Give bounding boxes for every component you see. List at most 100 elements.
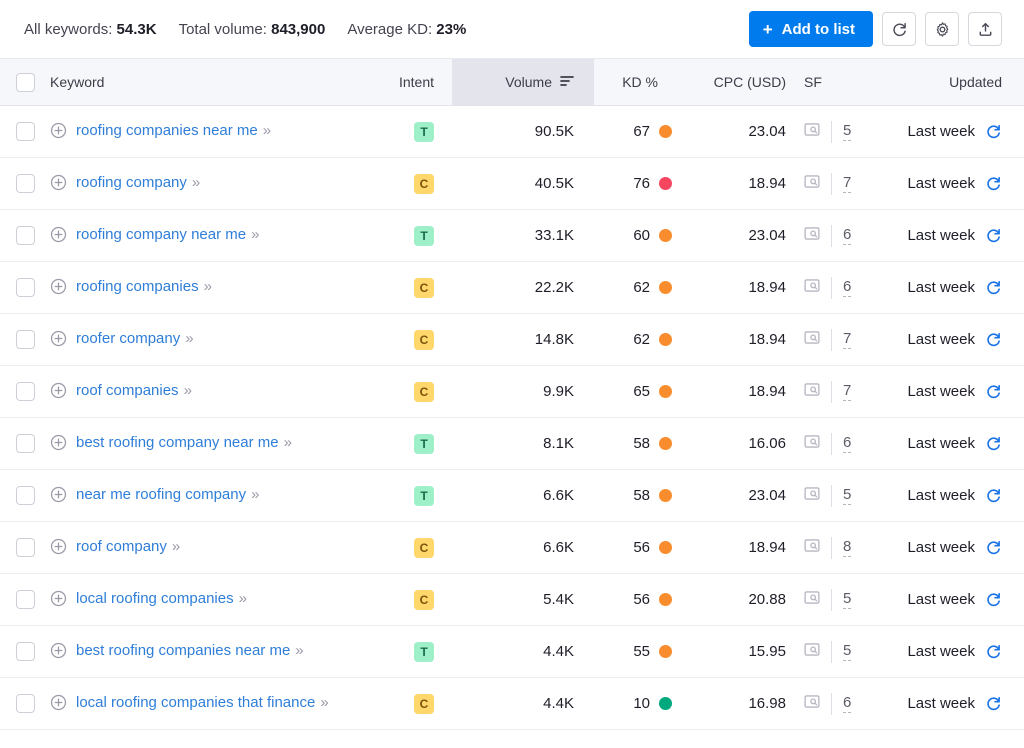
sf-count[interactable]: 6 [843, 694, 852, 713]
sf-count[interactable]: 5 [843, 642, 852, 661]
chevron-double-right-icon[interactable]: » [192, 174, 200, 191]
row-checkbox[interactable] [15, 174, 35, 193]
intent-badge[interactable]: T [414, 225, 434, 246]
row-checkbox[interactable] [15, 486, 35, 505]
add-keyword-icon[interactable] [50, 590, 67, 611]
sf-count[interactable]: 5 [843, 486, 852, 505]
sf-count[interactable]: 6 [843, 278, 852, 297]
add-keyword-icon[interactable] [50, 226, 67, 247]
sf-count[interactable]: 8 [843, 538, 852, 557]
sf-count[interactable]: 7 [843, 174, 852, 193]
serp-features-icon[interactable] [804, 434, 820, 453]
row-checkbox[interactable] [15, 330, 35, 349]
row-refresh-icon[interactable] [985, 643, 1002, 660]
add-keyword-icon[interactable] [50, 174, 67, 195]
sf-count[interactable]: 6 [843, 226, 852, 245]
settings-button[interactable] [925, 12, 959, 46]
sf-count[interactable]: 5 [843, 122, 852, 141]
keyword-link[interactable]: roof company [76, 538, 167, 555]
intent-badge[interactable]: C [414, 381, 434, 402]
header-keyword[interactable]: Keyword [50, 58, 380, 106]
chevron-double-right-icon[interactable]: » [251, 226, 259, 243]
keyword-link[interactable]: roofing company [76, 174, 187, 191]
intent-badge[interactable]: C [414, 329, 434, 350]
row-checkbox[interactable] [15, 382, 35, 401]
intent-badge[interactable]: C [414, 277, 434, 298]
add-keyword-icon[interactable] [50, 278, 67, 299]
serp-features-icon[interactable] [804, 382, 820, 401]
serp-features-icon[interactable] [804, 538, 820, 557]
row-checkbox[interactable] [15, 538, 35, 557]
header-cpc[interactable]: CPC (USD) [690, 58, 786, 106]
intent-badge[interactable]: C [414, 693, 434, 714]
intent-badge[interactable]: C [414, 173, 434, 194]
export-button[interactable] [968, 12, 1002, 46]
header-updated[interactable]: Updated [866, 58, 1024, 106]
add-keyword-icon[interactable] [50, 642, 67, 663]
sf-count[interactable]: 6 [843, 434, 852, 453]
chevron-double-right-icon[interactable]: » [172, 538, 180, 555]
serp-features-icon[interactable] [804, 486, 820, 505]
intent-badge[interactable]: T [414, 121, 434, 142]
serp-features-icon[interactable] [804, 330, 820, 349]
row-checkbox[interactable] [15, 694, 35, 713]
add-keyword-icon[interactable] [50, 382, 67, 403]
chevron-double-right-icon[interactable]: » [239, 590, 247, 607]
row-checkbox[interactable] [15, 434, 35, 453]
serp-features-icon[interactable] [804, 174, 820, 193]
row-refresh-icon[interactable] [985, 695, 1002, 712]
add-keyword-icon[interactable] [50, 330, 67, 351]
row-refresh-icon[interactable] [985, 331, 1002, 348]
serp-features-icon[interactable] [804, 226, 820, 245]
serp-features-icon[interactable] [804, 278, 820, 297]
row-checkbox[interactable] [15, 590, 35, 609]
intent-badge[interactable]: C [414, 537, 434, 558]
serp-features-icon[interactable] [804, 122, 820, 141]
keyword-link[interactable]: roof companies [76, 382, 179, 399]
add-keyword-icon[interactable] [50, 694, 67, 715]
add-to-list-button[interactable]: + Add to list [748, 11, 873, 47]
row-checkbox[interactable] [15, 122, 35, 141]
intent-badge[interactable]: T [414, 433, 434, 454]
header-kd[interactable]: KD % [594, 58, 690, 106]
sf-count[interactable]: 5 [843, 590, 852, 609]
add-keyword-icon[interactable] [50, 434, 67, 455]
add-keyword-icon[interactable] [50, 538, 67, 559]
row-refresh-icon[interactable] [985, 279, 1002, 296]
row-refresh-icon[interactable] [985, 435, 1002, 452]
keyword-link[interactable]: roofer company [76, 330, 180, 347]
keyword-link[interactable]: roofing company near me [76, 226, 246, 243]
chevron-double-right-icon[interactable]: » [263, 122, 271, 139]
add-keyword-icon[interactable] [50, 486, 67, 507]
row-refresh-icon[interactable] [985, 123, 1002, 140]
serp-features-icon[interactable] [804, 590, 820, 609]
keyword-link[interactable]: near me roofing company [76, 486, 246, 503]
row-refresh-icon[interactable] [985, 487, 1002, 504]
row-refresh-icon[interactable] [985, 227, 1002, 244]
chevron-double-right-icon[interactable]: » [204, 278, 212, 295]
row-refresh-icon[interactable] [985, 539, 1002, 556]
chevron-double-right-icon[interactable]: » [284, 434, 292, 451]
keyword-link[interactable]: local roofing companies that finance [76, 694, 315, 711]
row-checkbox[interactable] [15, 226, 35, 245]
keyword-link[interactable]: roofing companies [76, 278, 199, 295]
keyword-link[interactable]: local roofing companies [76, 590, 234, 607]
intent-badge[interactable]: T [414, 641, 434, 662]
header-sf[interactable]: SF [786, 58, 866, 106]
row-checkbox[interactable] [15, 642, 35, 661]
row-refresh-icon[interactable] [985, 591, 1002, 608]
sf-count[interactable]: 7 [843, 382, 852, 401]
chevron-double-right-icon[interactable]: » [251, 486, 259, 503]
header-intent[interactable]: Intent [380, 58, 452, 106]
keyword-link[interactable]: roofing companies near me [76, 122, 258, 139]
sf-count[interactable]: 7 [843, 330, 852, 349]
chevron-double-right-icon[interactable]: » [184, 382, 192, 399]
row-checkbox[interactable] [15, 278, 35, 297]
intent-badge[interactable]: T [414, 485, 434, 506]
intent-badge[interactable]: C [414, 589, 434, 610]
row-refresh-icon[interactable] [985, 175, 1002, 192]
refresh-button[interactable] [882, 12, 916, 46]
keyword-link[interactable]: best roofing companies near me [76, 642, 290, 659]
serp-features-icon[interactable] [804, 694, 820, 713]
chevron-double-right-icon[interactable]: » [320, 694, 328, 711]
